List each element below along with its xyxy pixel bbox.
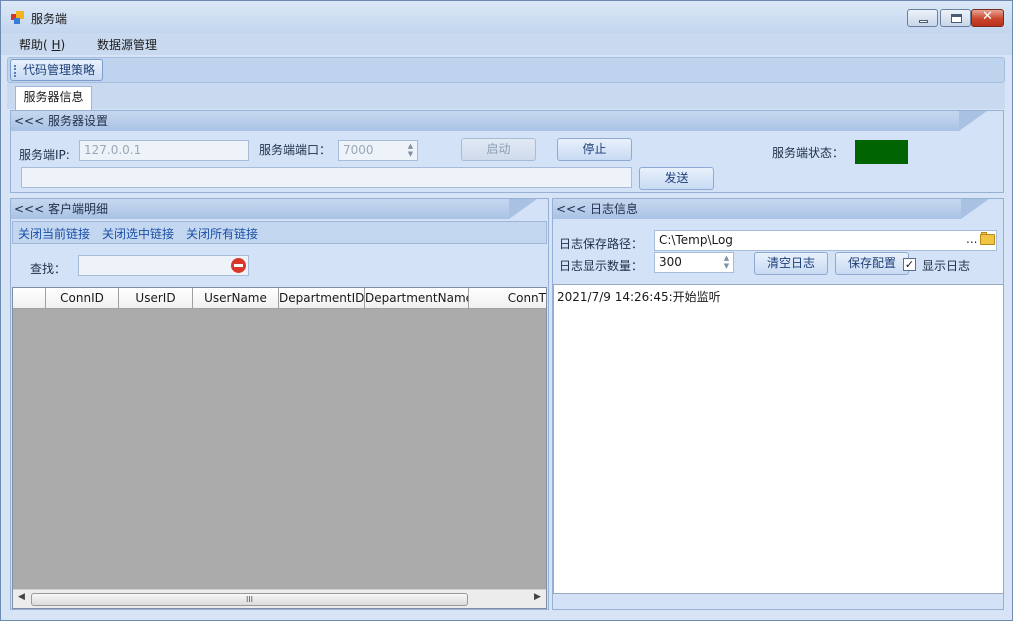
client-grid[interactable]: ConnID UserID UserName DepartmentID Depa… (12, 287, 547, 609)
scroll-thumb[interactable]: III (31, 593, 468, 606)
column-user-id[interactable]: UserID (119, 288, 193, 308)
grid-horizontal-scrollbar[interactable]: ◀ III ▶ (13, 589, 546, 608)
code-strategy-label: 代码管理策略 (23, 63, 96, 77)
log-path-value: C:\Temp\Log (659, 233, 733, 247)
toolbar: 代码管理策略 (7, 57, 1005, 83)
scroll-right-icon[interactable]: ▶ (534, 592, 541, 602)
code-strategy-button[interactable]: 代码管理策略 (10, 59, 103, 81)
maximize-button[interactable] (940, 9, 971, 27)
log-entry: 2021/7/9 14:26:45:开始监听 (557, 290, 721, 304)
show-log-checkbox[interactable]: ✓ (903, 258, 916, 271)
column-conn-time[interactable]: ConnT (469, 288, 546, 308)
maximize-icon (951, 14, 962, 23)
log-count-stepper[interactable]: 300 ▲ ▼ (654, 252, 734, 273)
title-bar[interactable]: 服务端 ✕ (1, 1, 1012, 33)
save-config-button[interactable]: 保存配置 (835, 252, 909, 275)
tab-server-info[interactable]: 服务器信息 (15, 86, 92, 110)
close-icon: ✕ (982, 9, 993, 24)
menu-help-label: 帮助( (19, 38, 48, 52)
log-path-field[interactable]: C:\Temp\Log (654, 230, 997, 251)
folder-icon[interactable] (980, 232, 996, 245)
log-title: <<< 日志信息 (556, 202, 638, 216)
start-button[interactable]: 启动 (461, 138, 536, 161)
search-clear-icon[interactable] (231, 258, 246, 273)
column-user-name[interactable]: UserName (193, 288, 279, 308)
connection-actions-bar: 关闭当前链接 关闭选中链接 关闭所有链接 (12, 221, 547, 244)
scroll-left-icon[interactable]: ◀ (18, 592, 25, 602)
grid-header: ConnID UserID UserName DepartmentID Depa… (13, 288, 546, 309)
menu-help-suffix: ) (60, 38, 66, 52)
toolbar-grip-icon (14, 65, 16, 77)
column-department-id[interactable]: DepartmentID (279, 288, 365, 308)
minimize-button[interactable] (907, 9, 938, 27)
clear-log-button[interactable]: 清空日志 (754, 252, 828, 275)
column-conn-id[interactable]: ConnID (46, 288, 119, 308)
close-all-links-button[interactable]: 关闭所有链接 (186, 225, 258, 242)
server-port-label: 服务端端口： (259, 143, 332, 157)
close-current-link-button[interactable]: 关闭当前链接 (18, 225, 90, 242)
server-status-indicator (855, 140, 908, 164)
menu-bar: 帮助( H) 数据源管理 (1, 33, 1012, 55)
column-department-name[interactable]: DepartmentName (365, 288, 469, 308)
server-port-stepper[interactable]: 7000 ▲ ▼ (338, 140, 418, 161)
browse-ellipsis[interactable]: ... (966, 232, 977, 246)
log-header: <<< 日志信息 (553, 199, 989, 219)
menu-help-accesskey: H (51, 38, 61, 52)
main-window: 服务端 ✕ 帮助( H) 数据源管理 代码管理策略 服务器信息 <<< 服务器设… (0, 0, 1013, 621)
menu-help[interactable]: 帮助( H) (19, 36, 65, 53)
search-label: 查找： (30, 262, 67, 276)
grid-row-header[interactable] (13, 288, 46, 308)
log-output[interactable]: 2021/7/9 14:26:45:开始监听 (553, 284, 1004, 594)
server-status-label: 服务端状态： (772, 146, 845, 160)
send-button[interactable]: 发送 (639, 167, 714, 190)
show-log-label: 显示日志 (922, 259, 971, 273)
server-port-value: 7000 (343, 143, 374, 157)
message-input[interactable] (21, 167, 632, 188)
minimize-icon (919, 20, 928, 23)
stop-button[interactable]: 停止 (557, 138, 632, 161)
spinner-arrows-icon[interactable]: ▲ ▼ (721, 254, 732, 271)
server-settings-title: <<< 服务器设置 (14, 114, 108, 128)
log-count-label: 日志显示数量： (559, 259, 644, 273)
client-details-title: <<< 客户端明细 (14, 202, 108, 216)
spinner-arrows-icon[interactable]: ▲ ▼ (405, 142, 416, 159)
log-count-value: 300 (659, 255, 682, 269)
close-selected-link-button[interactable]: 关闭选中链接 (102, 225, 174, 242)
log-path-label: 日志保存路径： (559, 237, 644, 251)
app-icon (11, 11, 25, 24)
server-ip-field[interactable]: 127.0.0.1 (79, 140, 249, 161)
client-details-header: <<< 客户端明细 (11, 199, 537, 219)
tab-strip: 服务器信息 (7, 83, 1005, 110)
menu-datasource[interactable]: 数据源管理 (97, 36, 157, 53)
close-button[interactable]: ✕ (971, 9, 1004, 27)
search-input[interactable] (78, 255, 249, 276)
window-title: 服务端 (31, 12, 68, 26)
server-settings-header: <<< 服务器设置 (11, 111, 987, 131)
server-ip-label: 服务端IP: (19, 148, 70, 162)
